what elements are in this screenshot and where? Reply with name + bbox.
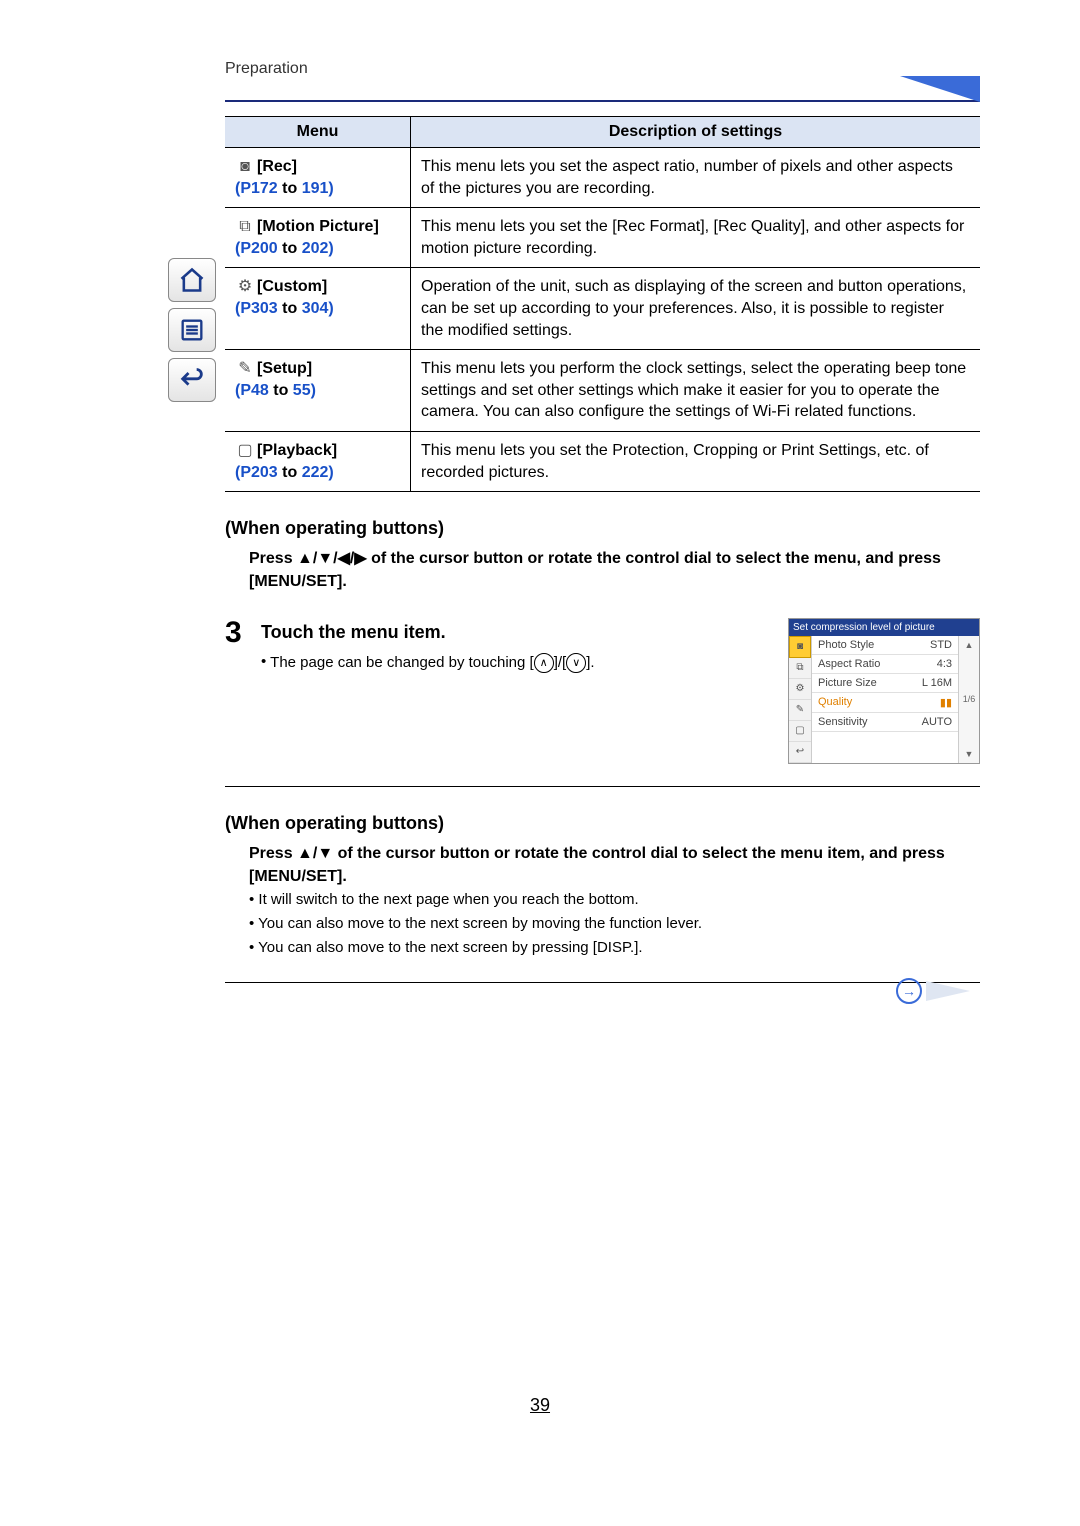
list-item: Aspect Ratio4:3	[812, 655, 958, 674]
section-heading: (When operating buttons)	[225, 518, 980, 539]
step-title: Touch the menu item.	[261, 622, 770, 643]
doc-nav-sidebar	[168, 258, 218, 408]
tab-custom-icon: ⚙	[789, 679, 811, 700]
list-item: SensitivityAUTO	[812, 713, 958, 732]
menu-icon: ✎	[235, 358, 255, 380]
page-ref-link[interactable]: (P172 to 191)	[235, 180, 334, 197]
menu-description: This menu lets you set the Protection, C…	[411, 431, 981, 491]
camera-menu-screenshot: Set compression level of picture ◙ ⧉ ⚙ ✎…	[788, 618, 980, 764]
menu-name: [Motion Picture]	[257, 218, 379, 235]
section-heading-2: (When operating buttons)	[225, 813, 980, 834]
page-ref-link[interactable]: (P48 to 55)	[235, 382, 316, 399]
down-icon: ∨	[566, 653, 586, 673]
note-item: • You can also move to the next screen b…	[249, 912, 980, 936]
menu-description: This menu lets you perform the clock set…	[411, 350, 981, 432]
next-page-arrow[interactable]: →	[896, 978, 970, 1004]
table-row: ◙[Rec] (P172 to 191) This menu lets you se…	[225, 148, 980, 208]
th-menu: Menu	[225, 117, 411, 148]
notes-list: • It will switch to the next page when y…	[249, 888, 980, 960]
menu-description: Operation of the unit, such as displayin…	[411, 268, 981, 350]
page-indicator: 1/6	[963, 694, 976, 704]
menu-description: This menu lets you set the [Rec Format],…	[411, 208, 981, 268]
page-ref-link[interactable]: (P200 to 202)	[235, 240, 334, 257]
header-accent	[225, 84, 980, 102]
step-number: 3	[225, 618, 261, 648]
step-bullet: The page can be changed by touching [∧]/…	[261, 653, 770, 673]
page-ref-link[interactable]: (P203 to 222)	[235, 464, 334, 481]
note-item: • You can also move to the next screen b…	[249, 936, 980, 960]
section-instruction: Press ▲/▼/◀/▶ of the cursor button or ro…	[249, 547, 980, 593]
contents-button[interactable]	[168, 308, 216, 352]
menu-icon: ▢	[235, 440, 255, 462]
scroll-down-icon: ▼	[965, 749, 974, 759]
tab-motion-icon: ⧉	[789, 658, 811, 679]
up-icon: ∧	[534, 653, 554, 673]
table-row: ⧉[Motion Picture] (P200 to 202) This menu …	[225, 208, 980, 268]
menu-name: [Rec]	[257, 158, 297, 175]
table-row: ✎[Setup] (P48 to 55) This menu lets you pe…	[225, 350, 980, 432]
page-ref-link[interactable]: (P303 to 304)	[235, 300, 334, 317]
menu-table: Menu Description of settings ◙[Rec] (P172…	[225, 116, 980, 492]
menu-name: [Custom]	[257, 278, 327, 295]
scroll-up-icon: ▲	[965, 640, 974, 650]
back-button[interactable]	[168, 358, 216, 402]
menu-name: [Setup]	[257, 360, 312, 377]
menu-description: This menu lets you set the aspect ratio,…	[411, 148, 981, 208]
menu-icon: ◙	[235, 156, 255, 178]
list-item: Picture SizeL 16M	[812, 674, 958, 693]
list-item: Photo StyleSTD	[812, 636, 958, 655]
tab-setup-icon: ✎	[789, 700, 811, 721]
menu-icon: ⚙	[235, 276, 255, 298]
th-desc: Description of settings	[411, 117, 981, 148]
table-row: ▢[Playback] (P203 to 222) This menu lets y…	[225, 431, 980, 491]
breadcrumb: Preparation	[225, 60, 980, 78]
list-item: Quality▮▮	[812, 693, 958, 713]
screenshot-title: Set compression level of picture	[789, 619, 979, 636]
tab-return-icon: ↩	[789, 742, 811, 763]
section-instruction-2: Press ▲/▼ of the cursor button or rotate…	[249, 842, 980, 888]
table-row: ⚙[Custom] (P303 to 304) Operation of the u…	[225, 268, 980, 350]
page-number: 39	[0, 1395, 1080, 1416]
tab-playback-icon: ▢	[789, 721, 811, 742]
menu-icon: ⧉	[235, 216, 255, 238]
menu-name: [Playback]	[257, 442, 337, 459]
home-button[interactable]	[168, 258, 216, 302]
tab-rec-icon: ◙	[789, 636, 811, 658]
note-item: • It will switch to the next page when y…	[249, 888, 980, 912]
